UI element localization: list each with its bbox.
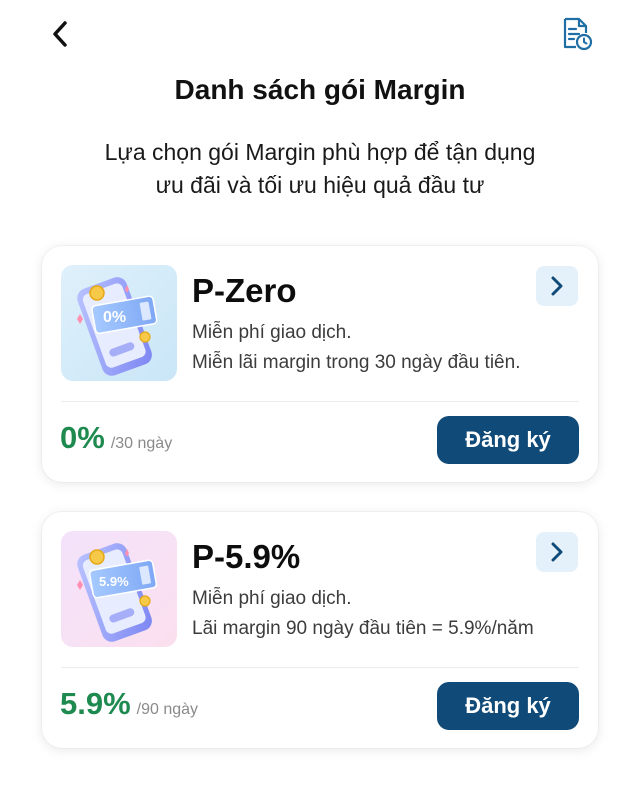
top-bar <box>0 0 640 70</box>
page-title: Danh sách gói Margin <box>174 74 466 105</box>
rate-info: 5.9% /90 ngày <box>60 686 198 722</box>
subtitle-line-2: ưu đãi và tối ưu hiệu quả đầu tư <box>155 172 485 198</box>
rate-value: 5.9% <box>60 686 131 721</box>
chevron-right-icon <box>551 542 563 562</box>
rate-period: /30 ngày <box>110 435 173 452</box>
details-button[interactable] <box>536 266 578 306</box>
history-button[interactable] <box>554 12 598 56</box>
details-button[interactable] <box>536 532 578 572</box>
package-card-p-5-9[interactable]: 5.9% P-5.9% Miễn phí giao dịch. Lãi marg… <box>42 512 598 748</box>
thumb-label: 0% <box>103 309 126 326</box>
subtitle-line-1: Lựa chọn gói Margin phù hợp để tận dụng <box>104 139 536 165</box>
desc-line-2: Lãi margin 90 ngày đầu tiên = 5.9%/năm <box>192 618 534 639</box>
package-name: P-Zero <box>192 272 297 309</box>
rate-value: 0% <box>60 420 105 455</box>
rate-period: /90 ngày <box>136 701 199 718</box>
package-name: P-5.9% <box>192 538 301 575</box>
chevron-right-icon <box>551 276 563 296</box>
desc-line-2: Miễn lãi margin trong 30 ngày đầu tiên. <box>192 352 521 373</box>
package-illustration: 0% <box>61 265 177 381</box>
desc-line-1: Miễn phí giao dịch. <box>192 588 352 609</box>
desc-line-1: Miễn phí giao dịch. <box>192 322 352 343</box>
divider <box>61 667 579 668</box>
page-subtitle: Lựa chọn gói Margin phù hợp để tận dụng … <box>40 136 600 202</box>
register-button[interactable]: Đăng ký <box>437 416 579 464</box>
package-card-p-zero[interactable]: 0% P-Zero Miễn phí giao dịch. Miễn lãi m… <box>42 246 598 482</box>
rate-info: 0% /30 ngày <box>60 420 172 456</box>
package-illustration: 5.9% <box>61 531 177 647</box>
package-description: Miễn phí giao dịch. Lãi margin 90 ngày đ… <box>192 584 534 644</box>
thumb-label: 5.9% <box>99 574 129 589</box>
register-button[interactable]: Đăng ký <box>437 682 579 730</box>
back-button[interactable] <box>42 14 78 54</box>
divider <box>61 401 579 402</box>
document-clock-icon <box>563 17 593 51</box>
package-description: Miễn phí giao dịch. Miễn lãi margin tron… <box>192 318 520 378</box>
chevron-left-icon <box>53 21 67 47</box>
